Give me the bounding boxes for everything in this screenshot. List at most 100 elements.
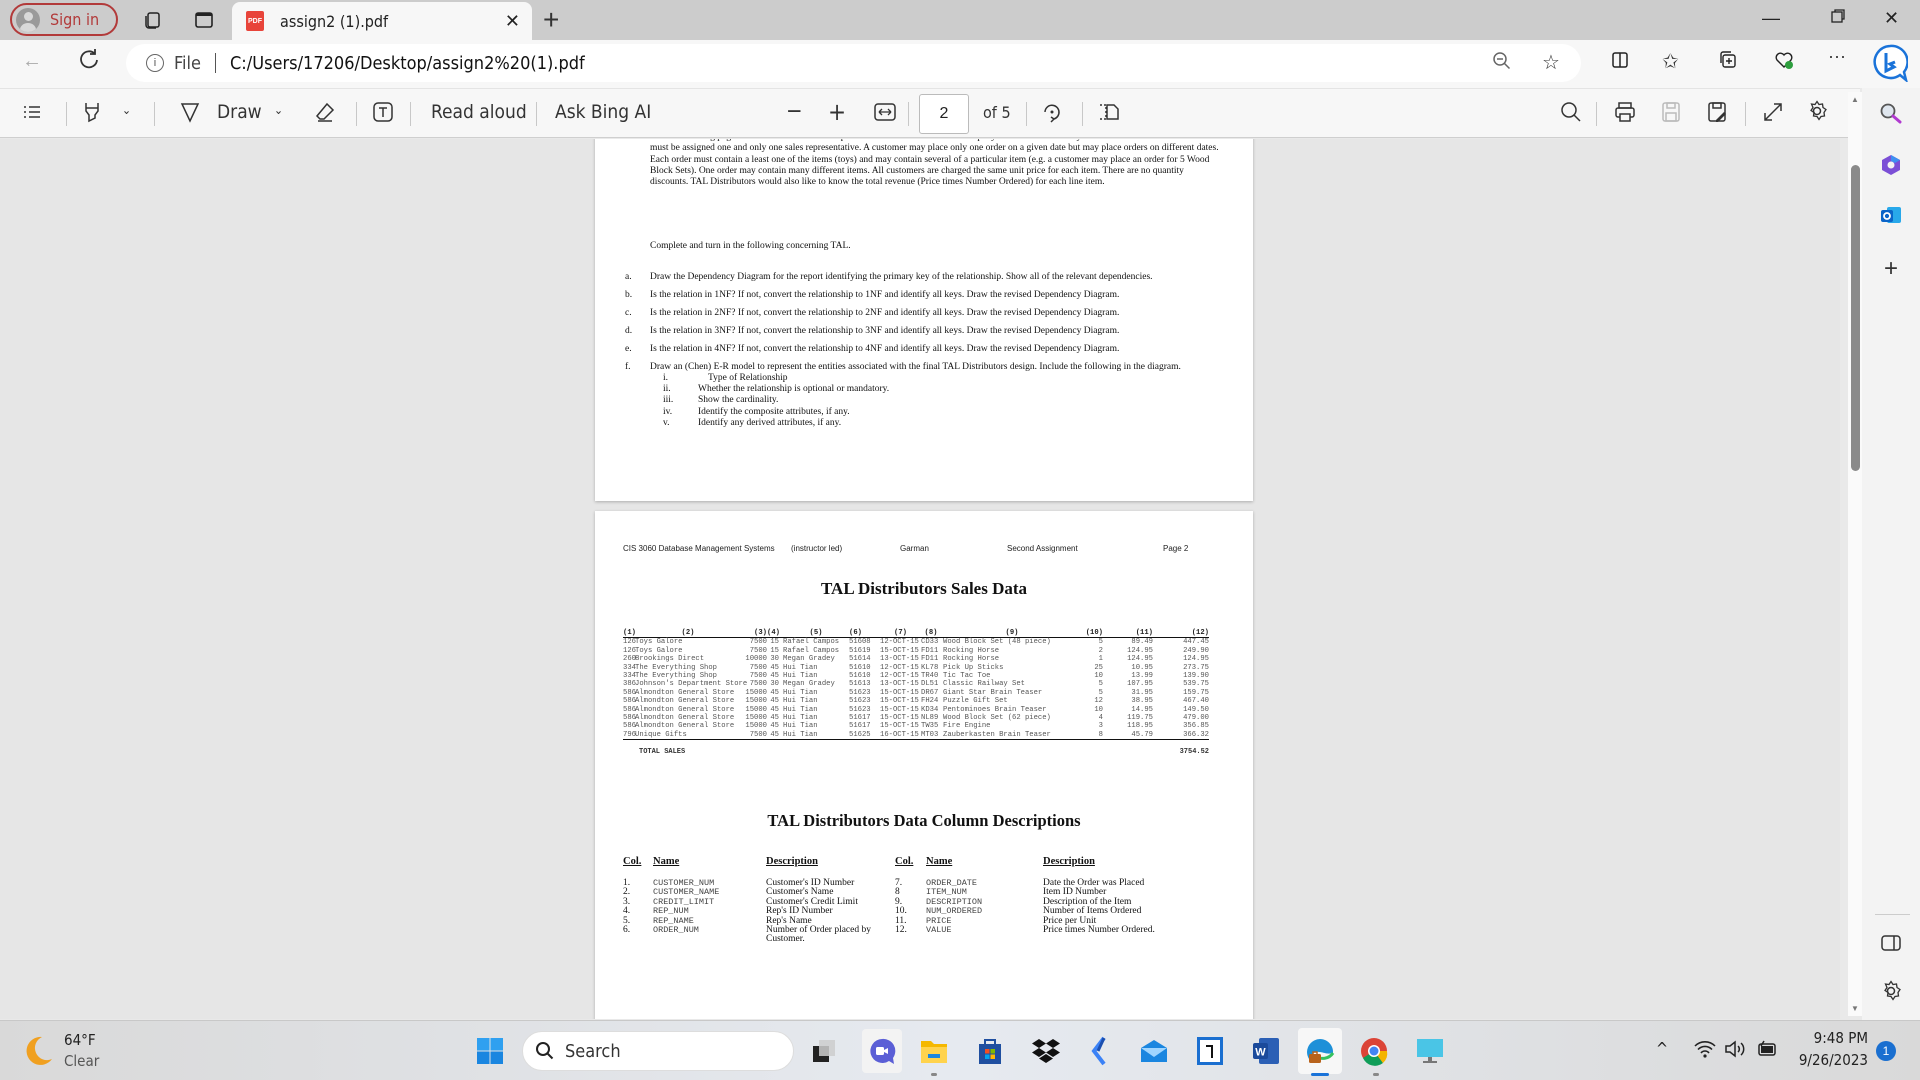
workspaces-icon[interactable] <box>140 8 164 32</box>
table-cell: 249.90 <box>1183 646 1209 655</box>
address-bar[interactable]: i File C:/Users/17206/Desktop/assign2%20… <box>126 44 1581 82</box>
bing-copilot-icon[interactable] <box>1872 44 1909 88</box>
weather-condition[interactable]: Clear <box>64 1052 99 1070</box>
draw-pen-icon[interactable] <box>180 101 200 128</box>
table-cell: 119.75 <box>1127 714 1153 723</box>
volume-icon[interactable] <box>1724 1039 1748 1064</box>
microsoft-store-icon[interactable] <box>974 1035 1006 1067</box>
vertical-tabs-icon[interactable] <box>192 8 216 32</box>
collections-icon[interactable] <box>1718 50 1738 76</box>
fullscreen-icon[interactable] <box>1762 101 1784 128</box>
teams-chat-icon[interactable] <box>862 1029 902 1073</box>
remote-desktop-icon[interactable] <box>1414 1035 1446 1067</box>
find-search-icon[interactable] <box>1560 101 1582 128</box>
table-of-contents-icon[interactable] <box>22 102 42 127</box>
sales-data-title: TAL Distributors Sales Data <box>820 579 1028 598</box>
outlook-icon[interactable] <box>1878 202 1904 228</box>
taskbar-search-box[interactable]: Search <box>522 1031 794 1071</box>
page-number-input[interactable]: 2 <box>919 94 969 134</box>
notification-badge[interactable]: 1 <box>1876 1041 1896 1061</box>
question-text: Draw an (Chen) E-R model to represent th… <box>650 362 1181 372</box>
zoom-in-button[interactable]: + <box>828 98 846 126</box>
sidebar-settings-icon[interactable] <box>1878 978 1904 1004</box>
edge-browser-icon[interactable] <box>1298 1028 1342 1074</box>
mail-icon[interactable] <box>1138 1035 1170 1067</box>
column-description-row: 12. VALUE Price times Number Ordered. <box>623 925 1223 936</box>
fit-to-width-icon[interactable] <box>874 102 896 127</box>
page-count-label: of 5 <box>983 103 1011 122</box>
rotate-icon[interactable] <box>1041 101 1063 130</box>
close-window-button[interactable]: ✕ <box>1884 8 1899 29</box>
table-cell: 796 <box>623 730 636 739</box>
snipping-tool-icon[interactable] <box>1194 1035 1226 1067</box>
favorite-star-icon[interactable]: ☆ <box>1542 50 1560 75</box>
task-view-icon[interactable] <box>808 1035 840 1067</box>
chrome-icon[interactable] <box>1358 1035 1390 1067</box>
highlight-options-chevron-icon[interactable]: ⌄ <box>122 103 131 117</box>
scrollbar-thumb[interactable] <box>1851 165 1860 471</box>
question-text: Is the relation in 1NF? If not, convert … <box>650 290 1120 300</box>
add-sidebar-app-icon[interactable]: + <box>1878 255 1904 282</box>
url-text[interactable]: C:/Users/17206/Desktop/assign2%20(1).pdf <box>230 53 585 74</box>
add-text-icon[interactable] <box>372 101 394 128</box>
show-hidden-icons-chevron[interactable]: ^ <box>1656 1039 1668 1058</box>
power-automate-icon[interactable] <box>1084 1035 1116 1067</box>
clock-date[interactable]: 9/26/2023 <box>1796 1051 1868 1069</box>
sidebar-search-icon[interactable] <box>1878 101 1904 127</box>
toolbar-divider <box>410 102 411 126</box>
word-icon[interactable]: W <box>1250 1035 1282 1067</box>
browser-tab-active[interactable]: PDF assign2 (1).pdf ✕ <box>232 2 532 40</box>
question-text: Draw the Dependency Diagram for the repo… <box>650 272 1153 282</box>
eraser-icon[interactable] <box>314 101 336 128</box>
zoom-out-button[interactable]: − <box>786 99 803 124</box>
file-explorer-icon[interactable] <box>918 1035 950 1067</box>
favorites-icon[interactable]: ✩ <box>1662 49 1679 74</box>
col-number: 12. <box>895 925 907 935</box>
draw-button[interactable]: Draw <box>217 101 262 123</box>
split-screen-icon[interactable] <box>1610 50 1630 76</box>
close-tab-icon[interactable]: ✕ <box>505 11 520 32</box>
info-icon[interactable]: i <box>146 54 164 72</box>
weather-temperature[interactable]: 64°F <box>64 1031 96 1049</box>
table-cell: Rocking Horse <box>943 646 1000 655</box>
toolbar-divider <box>1026 102 1027 126</box>
save-as-icon[interactable] <box>1706 101 1728 128</box>
pdf-settings-icon[interactable] <box>1806 100 1828 127</box>
highlight-icon[interactable] <box>82 101 102 128</box>
pdf-viewer[interactable]: 1. On the following page are the data an… <box>0 139 1840 1019</box>
browser-essentials-icon[interactable] <box>1774 50 1794 76</box>
refresh-icon[interactable] <box>78 48 100 76</box>
page-view-icon[interactable] <box>1098 101 1120 128</box>
scroll-up-arrow-icon[interactable]: ▲ <box>1851 95 1859 104</box>
total-sales-value: 3754.52 <box>1179 748 1209 756</box>
read-aloud-button[interactable]: Read aloud <box>431 101 527 123</box>
table-row: 260 Brookings Direct 10000 30 Megan Gradey 51… <box>623 655 1209 663</box>
more-options-icon[interactable]: ··· <box>1828 46 1846 67</box>
restore-button[interactable] <box>1830 8 1846 29</box>
table-row: 334 The Everything Shop 7500 45 Hui Tian 5161… <box>623 672 1209 680</box>
table-cell: 25 <box>1094 663 1103 672</box>
table-cell: 45 <box>770 705 779 714</box>
sidebar-divider <box>1875 914 1910 915</box>
microsoft-365-icon[interactable] <box>1878 152 1904 178</box>
sub-item-text: Whether the relationship is optional or … <box>698 384 890 395</box>
print-icon[interactable] <box>1614 101 1636 128</box>
battery-charging-icon[interactable] <box>1756 1039 1778 1064</box>
table-cell: Megan Gradey <box>783 655 835 664</box>
sign-in-button[interactable]: Sign in <box>10 3 118 36</box>
clock-time[interactable]: 9:48 PM <box>1800 1029 1868 1047</box>
weather-moon-icon[interactable] <box>24 1035 54 1072</box>
new-tab-button[interactable]: + <box>543 4 559 36</box>
instructions-text: Complete and turn in the following conce… <box>650 241 851 251</box>
back-arrow-icon[interactable]: ← <box>22 50 42 73</box>
dropbox-icon[interactable] <box>1030 1035 1062 1067</box>
wifi-icon[interactable] <box>1694 1039 1716 1064</box>
start-windows-icon[interactable] <box>474 1035 506 1067</box>
hide-sidebar-icon[interactable] <box>1878 930 1904 956</box>
table-cell: NL89 <box>921 714 939 723</box>
draw-options-chevron-icon[interactable]: ⌄ <box>274 103 283 117</box>
ask-bing-ai-button[interactable]: Ask Bing AI <box>555 101 651 123</box>
zoom-out-icon[interactable] <box>1492 51 1512 76</box>
minimize-button[interactable]: — <box>1762 8 1780 29</box>
scroll-down-arrow-icon[interactable]: ▼ <box>1851 1004 1859 1013</box>
